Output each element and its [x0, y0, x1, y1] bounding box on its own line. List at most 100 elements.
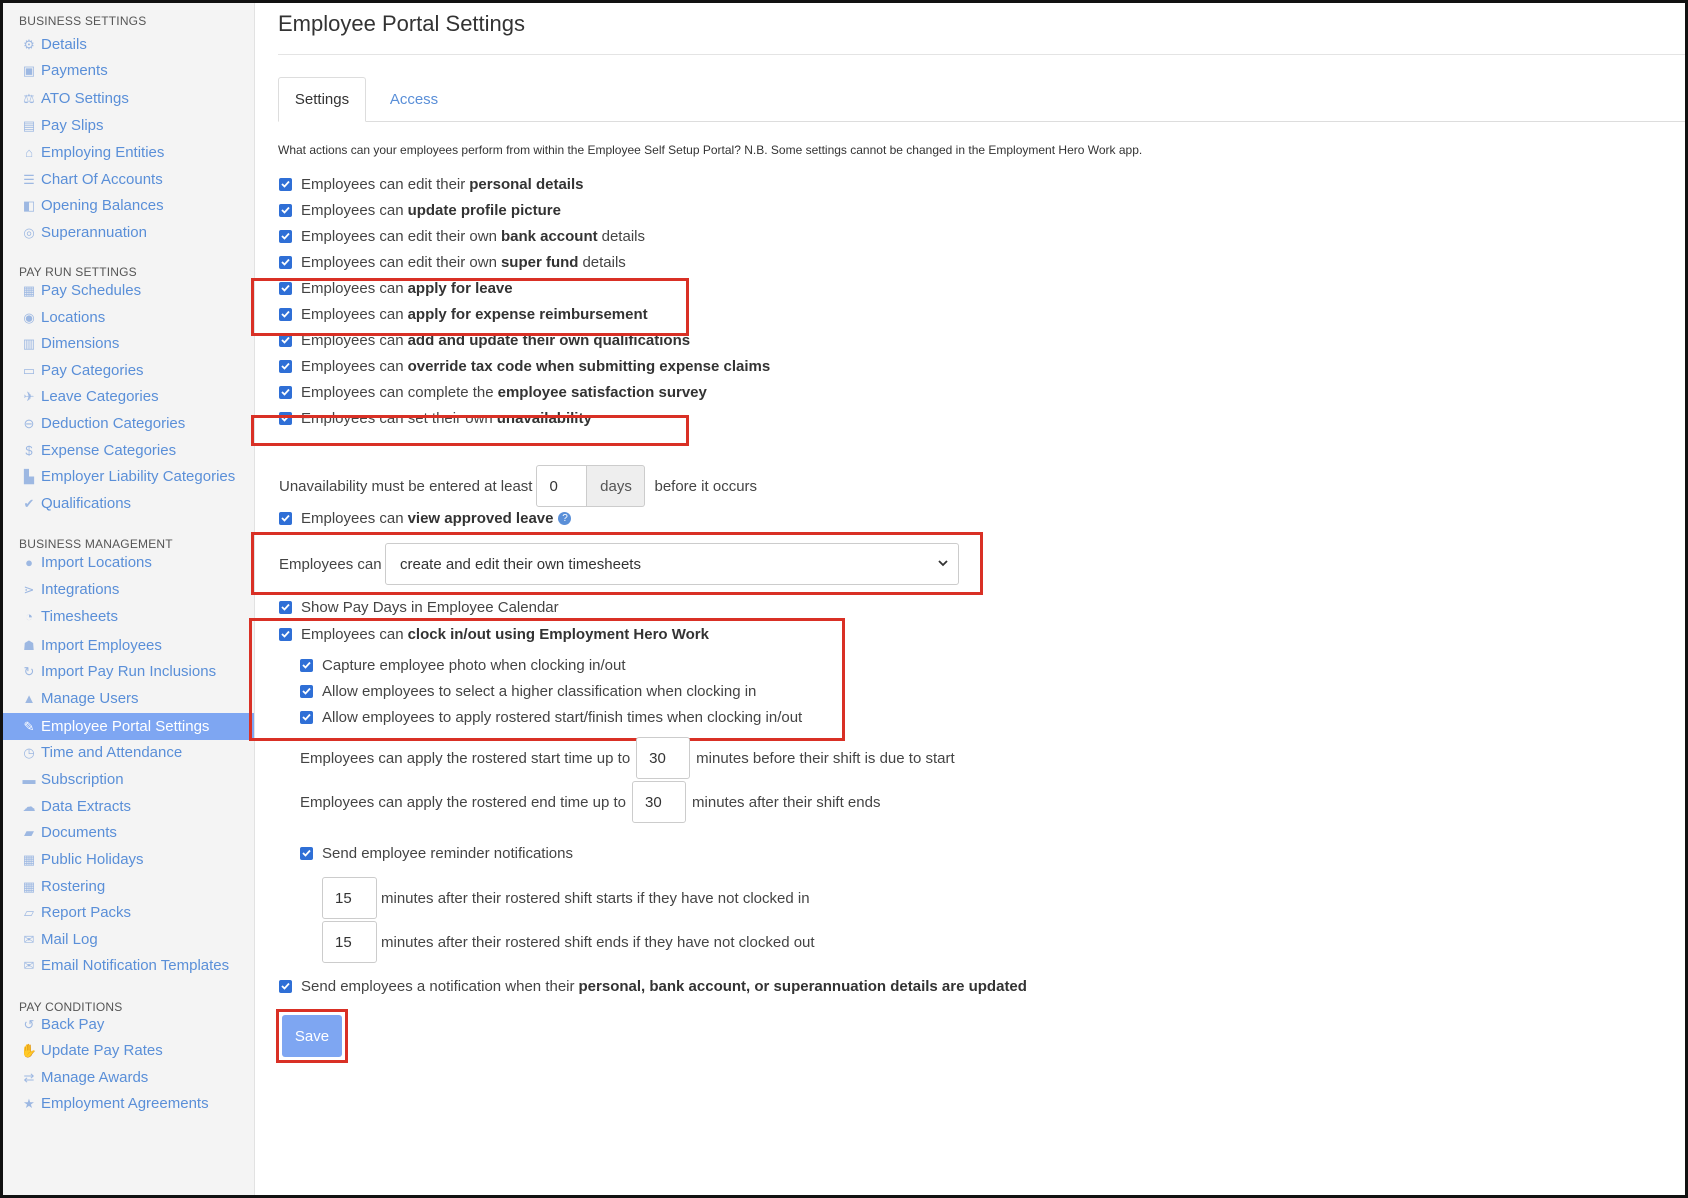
settings-description: What actions can your employees perform …: [278, 143, 1143, 157]
sidebar-item-payments[interactable]: ▣ Payments: [3, 57, 254, 84]
sidebar-item-deduction-categories[interactable]: ⊖ Deduction Categories: [3, 410, 254, 437]
sidebar-item-rostering[interactable]: ▦ Rostering: [3, 873, 254, 900]
pay-days-row: Show Pay Days in Employee Calendar: [279, 596, 559, 618]
reminder-end-row: 15 minutes after their rostered shift en…: [322, 920, 815, 964]
sidebar-item-label: Employer Liability Categories: [41, 468, 236, 485]
unavailability-days-input[interactable]: 0: [536, 465, 588, 507]
minus-circle-icon: ⊖: [23, 415, 35, 431]
sidebar-item-import-locations[interactable]: ● Import Locations: [3, 549, 254, 576]
sidebar-item-leave-categories[interactable]: ✈ Leave Categories: [3, 383, 254, 410]
calendar-icon: ▦: [22, 282, 36, 298]
sidebar-item-public-holidays[interactable]: ▦ Public Holidays: [3, 846, 254, 873]
pay-days-checkbox[interactable]: [279, 600, 292, 614]
sidebar-item-manage-users[interactable]: ▲ Manage Users: [3, 685, 254, 712]
bar-chart-icon: ▥: [22, 335, 36, 351]
reminder-start-row: 15 minutes after their rostered shift st…: [322, 876, 810, 920]
permission-checkbox[interactable]: [279, 385, 292, 399]
sidebar-item-pay-schedules[interactable]: ▦ Pay Schedules: [3, 277, 254, 304]
permission-checkbox[interactable]: [279, 255, 292, 269]
sidebar-item-pay-slips[interactable]: ▤ Pay Slips: [3, 112, 254, 139]
sidebar-item-report-packs[interactable]: ▱ Report Packs: [3, 899, 254, 926]
sidebar-item-employer-liability-categories[interactable]: ▙ Employer Liability Categories: [3, 463, 254, 490]
sidebar-item-label: Report Packs: [41, 904, 132, 921]
permission-checkbox[interactable]: [279, 203, 292, 217]
save-icon: ▣: [22, 62, 36, 78]
sidebar-item-data-extracts[interactable]: ☁ Data Extracts: [3, 793, 254, 820]
sidebar-item-ato-settings[interactable]: ⚖ ATO Settings: [3, 85, 254, 112]
sidebar-item-label: ATO Settings: [41, 90, 129, 107]
view-approved-leave-checkbox[interactable]: [279, 511, 292, 525]
sidebar-item-import-employees[interactable]: ☗ Import Employees: [3, 632, 254, 659]
permission-checkbox[interactable]: [279, 177, 292, 191]
unavailability-row: Unavailability must be entered at least …: [279, 464, 757, 508]
rostered-start-row: Employees can apply the rostered start t…: [300, 736, 955, 780]
ledger-icon: ◧: [22, 197, 36, 213]
sidebar-item-label: Leave Categories: [41, 388, 159, 405]
envelope-icon: ✉: [23, 931, 35, 947]
money-icon: ▭: [22, 362, 36, 378]
sidebar-item-manage-awards[interactable]: ⇄ Manage Awards: [3, 1064, 254, 1091]
app-frame: BUSINESS SETTINGS ⚙ Details ▣ Payments ⚖ ATO S…: [0, 0, 1688, 1198]
chevron-down-icon: [938, 560, 948, 567]
clock-in-out-checkbox[interactable]: [279, 627, 292, 641]
unavailability-after-text: before it occurs: [654, 477, 758, 495]
star-icon: ★: [23, 1095, 35, 1111]
users-icon: ☗: [23, 637, 35, 653]
sidebar-item-chart-of-accounts[interactable]: ☰ Chart Of Accounts: [3, 166, 254, 193]
sidebar-item-label: Expense Categories: [41, 442, 177, 459]
sidebar-item-update-pay-rates[interactable]: ✋ Update Pay Rates: [3, 1037, 254, 1064]
reminder-start-minutes-input[interactable]: 15: [322, 877, 377, 919]
lifebuoy-icon: ◎: [23, 224, 35, 240]
history-icon: ↺: [23, 1016, 35, 1032]
reminder-end-minutes-input[interactable]: 15: [322, 921, 377, 963]
sidebar-item-employee-portal-settings[interactable]: ✎ Employee Portal Settings: [3, 713, 254, 740]
reminder-notifications-checkbox[interactable]: [300, 846, 313, 860]
sidebar-item-email-notification-templates[interactable]: ✉ Email Notification Templates: [3, 952, 254, 979]
sidebar-item-opening-balances[interactable]: ◧ Opening Balances: [3, 192, 254, 219]
sidebar-item-pay-categories[interactable]: ▭ Pay Categories: [3, 357, 254, 384]
clock-sub-option-checkbox[interactable]: [300, 710, 313, 724]
sidebar-item-locations[interactable]: ◉ Locations: [3, 304, 254, 331]
sidebar-item-label: Chart Of Accounts: [41, 171, 163, 188]
factory-icon: ▙: [24, 468, 34, 484]
sidebar-item-timesheets[interactable]: ◔ Timesheets: [3, 603, 254, 630]
timesheet-permission-select[interactable]: create and edit their own timesheets: [385, 543, 959, 585]
sidebar-item-qualifications[interactable]: ✔ Qualifications: [3, 490, 254, 517]
clock-in-out-row: Employees can clock in/out using Employme…: [279, 623, 709, 645]
balance-scale-icon: ⚖: [23, 90, 35, 106]
details-updated-notification-checkbox[interactable]: [279, 979, 292, 993]
tab-access[interactable]: Access: [374, 77, 454, 122]
sidebar-item-dimensions[interactable]: ▥ Dimensions: [3, 330, 254, 357]
gear-icon: ⚙: [23, 36, 35, 52]
sidebar-item-label: Public Holidays: [41, 851, 144, 868]
refresh-icon: ↻: [23, 663, 35, 679]
sidebar-item-employment-agreements[interactable]: ★ Employment Agreements: [3, 1090, 254, 1117]
sidebar-item-superannuation[interactable]: ◎ Superannuation: [3, 219, 254, 246]
file-icon: ▤: [22, 117, 36, 133]
rostered-end-row: Employees can apply the rostered end tim…: [300, 780, 880, 824]
permission-checkbox[interactable]: [279, 359, 292, 373]
sidebar-item-employing-entities[interactable]: ⌂ Employing Entities: [3, 139, 254, 166]
sidebar-item-back-pay[interactable]: ↺ Back Pay: [3, 1011, 254, 1038]
sidebar-item-label: Employee Portal Settings: [41, 718, 210, 735]
sidebar-item-time-and-attendance[interactable]: ◷ Time and Attendance: [3, 739, 254, 766]
tab-settings[interactable]: Settings: [278, 77, 366, 122]
sidebar-item-documents[interactable]: ▰ Documents: [3, 819, 254, 846]
save-button[interactable]: Save: [282, 1015, 342, 1057]
sidebar-item-label: Locations: [41, 309, 106, 326]
rostered-end-minutes-input[interactable]: 30: [632, 781, 687, 823]
sidebar-item-details[interactable]: ⚙ Details: [3, 31, 254, 58]
permission-row: Employees can update profile picture: [279, 199, 565, 221]
sidebar-item-subscription[interactable]: ▬ Subscription: [3, 766, 254, 793]
help-icon[interactable]: ?: [558, 511, 572, 525]
sidebar-item-expense-categories[interactable]: $ Expense Categories: [3, 437, 254, 464]
sidebar-item-integrations[interactable]: ⋗ Integrations: [3, 576, 254, 603]
rostered-start-minutes-input[interactable]: 30: [636, 737, 691, 779]
sidebar-item-label: Employment Agreements: [41, 1095, 209, 1112]
clock-sub-option-checkbox[interactable]: [300, 684, 313, 698]
sidebar-item-mail-log[interactable]: ✉ Mail Log: [3, 926, 254, 953]
permission-checkbox[interactable]: [279, 229, 292, 243]
sidebar-item-import-pay-run-inclusions[interactable]: ↻ Import Pay Run Inclusions: [3, 658, 254, 685]
clock-sub-option-checkbox[interactable]: [300, 658, 313, 672]
folder-open-icon: ▱: [24, 904, 34, 920]
